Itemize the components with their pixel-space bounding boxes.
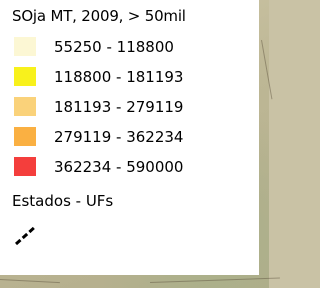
map-legend: SOja MT, 2009, > 50mil 55250 - 118800 11… [0,0,259,275]
legend-range-label: 55250 - 118800 [54,37,174,56]
boundary-layer-label: Estados - UFs [12,192,114,210]
legend-class-item: 362234 - 590000 [14,157,183,176]
legend-range-label: 181193 - 279119 [54,97,184,116]
legend-range-label: 279119 - 362234 [54,127,184,146]
legend-color-swatch [14,67,36,86]
legend-color-swatch [14,157,36,176]
legend-range-label: 362234 - 590000 [54,157,184,176]
legend-color-swatch [14,37,36,56]
dashed-line-symbol-icon [14,224,38,246]
map-road-line [0,279,60,284]
legend-class-item: 181193 - 279119 [14,97,183,116]
legend-class-item: 118800 - 181193 [14,67,183,86]
legend-color-swatch [14,127,36,146]
legend-range-label: 118800 - 181193 [54,67,184,86]
legend-class-list: 55250 - 118800 118800 - 181193 181193 - … [14,37,183,187]
legend-class-item: 55250 - 118800 [14,37,183,56]
legend-class-item: 279119 - 362234 [14,127,183,146]
map-road-line [261,40,273,100]
legend-title: SOja MT, 2009, > 50mil [12,7,186,25]
dashed-line-stroke [14,224,38,246]
legend-color-swatch [14,97,36,116]
map-road-line [150,277,280,283]
